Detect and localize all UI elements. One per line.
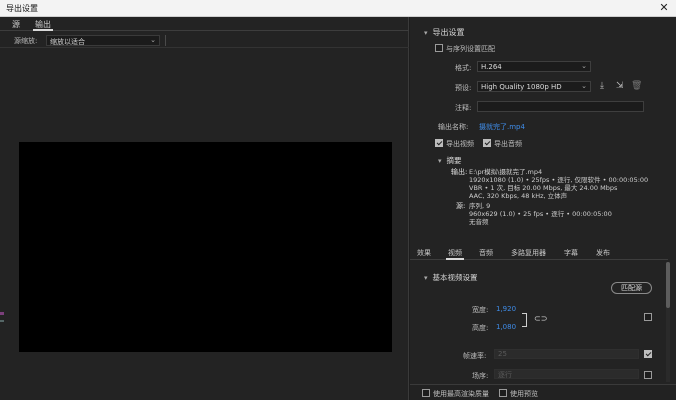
basic-video-header[interactable]: ▾ 基本视频设置: [424, 272, 478, 283]
comment-input[interactable]: [477, 101, 644, 112]
video-preview: [19, 142, 392, 352]
summary-output-lines: E:\pr模拟\摄就完了.mp4 1920x1080 (1.0) • 25fps…: [469, 168, 648, 200]
tab-multiplexer[interactable]: 多路复用器: [511, 248, 546, 258]
summary-source-lines: 序列, 9 960x629 (1.0) • 25 fps • 逐行 • 00:0…: [469, 202, 612, 226]
summary-output-key: 输出:: [451, 168, 468, 176]
summary-header[interactable]: ▾ 摘要: [438, 155, 462, 166]
frame-rate-override-checkbox[interactable]: [644, 350, 652, 358]
summary-source-key: 源:: [456, 202, 466, 210]
save-preset-icon[interactable]: ⤓: [600, 81, 604, 91]
use-previews-checkbox[interactable]: [499, 389, 507, 397]
frame-rate-value: 25: [498, 350, 507, 358]
width-value[interactable]: 1,920: [496, 305, 516, 313]
preset-value: High Quality 1080p HD: [481, 83, 562, 91]
match-sequence-checkbox[interactable]: [435, 44, 443, 52]
chevron-down-icon: ⌄: [581, 82, 587, 90]
active-tab-indicator: [33, 29, 53, 31]
field-order-value: 逐行: [498, 371, 512, 379]
max-render-quality-checkbox[interactable]: [422, 389, 430, 397]
title-bar: 导出设置 ✕: [0, 0, 676, 17]
export-settings-title: 导出设置: [432, 28, 465, 37]
active-tab-indicator: [446, 258, 464, 260]
output-name-link[interactable]: 摄就完了.mp4: [479, 122, 525, 132]
field-order-override-checkbox[interactable]: [644, 371, 652, 379]
summary-line: 1920x1080 (1.0) • 25fps • 逐行, 仅限软件 • 00:…: [469, 176, 649, 184]
preset-label: 预设:: [455, 84, 472, 92]
trash-icon[interactable]: 🗑: [631, 81, 642, 91]
max-render-quality-label: 使用最高渲染质量: [433, 390, 489, 398]
settings-tabs: 效果 视频 音频 多路复用器 字幕 发布: [410, 244, 668, 260]
chevron-down-icon: ⌄: [581, 62, 587, 70]
summary-line: E:\pr模拟\摄就完了.mp4: [469, 168, 543, 176]
match-sequence-label: 与序列设置匹配: [446, 45, 495, 53]
render-options-bar: 使用最高渲染质量 使用预览: [410, 384, 676, 400]
field-order-label: 场序:: [472, 372, 489, 380]
source-scaling-value: 缩放以适合: [50, 38, 85, 46]
field-order-field: 逐行: [494, 369, 639, 379]
format-label: 格式:: [455, 64, 472, 72]
height-label: 高度:: [472, 324, 489, 332]
chevron-down-icon: ⌄: [150, 36, 156, 44]
export-settings-header[interactable]: ▾ 导出设置: [424, 27, 465, 38]
source-output-tabs: 源 输出: [0, 17, 409, 31]
tab-audio[interactable]: 音频: [479, 248, 493, 258]
summary-line: VBR • 1 次, 目标 20.00 Mbps, 最大 24.00 Mbps: [469, 184, 618, 192]
source-scaling-label: 源缩放:: [14, 37, 38, 45]
left-preview-panel: 源 输出 源缩放: 缩放以适合 ⌄: [0, 17, 409, 400]
frame-rate-label: 帧速率:: [463, 352, 487, 360]
tab-captions[interactable]: 字幕: [564, 248, 578, 258]
comment-label: 注释:: [455, 104, 472, 112]
width-label: 宽度:: [472, 306, 489, 314]
height-value[interactable]: 1,080: [496, 323, 516, 331]
export-video-label: 导出视频: [446, 140, 474, 148]
chevron-down-icon: ▾: [438, 157, 442, 165]
source-scaling-dropdown[interactable]: 缩放以适合 ⌄: [46, 35, 160, 46]
summary-line: 960x629 (1.0) • 25 fps • 逐行 • 00:00:05:0…: [469, 210, 612, 218]
scrollbar-thumb[interactable]: [666, 262, 670, 308]
tab-source[interactable]: 源: [12, 19, 20, 30]
tab-video[interactable]: 视频: [448, 248, 462, 258]
export-video-checkbox[interactable]: [435, 139, 443, 147]
output-name-label: 输出名称:: [438, 123, 469, 131]
frame-rate-field: 25: [494, 349, 639, 359]
width-height-override-checkbox[interactable]: [644, 313, 652, 321]
summary-line: AAC, 320 Kbps, 48 kHz, 立体声: [469, 192, 568, 200]
chain-link-icon[interactable]: ⊂⊃: [534, 314, 547, 323]
edge-marker: [0, 312, 4, 315]
aspect-bracket: [522, 313, 527, 327]
divider: [165, 35, 166, 46]
format-value: H.264: [481, 63, 502, 71]
preset-dropdown[interactable]: High Quality 1080p HD ⌄: [477, 81, 591, 92]
use-previews-label: 使用预览: [510, 390, 538, 398]
close-icon[interactable]: ✕: [658, 1, 670, 14]
basic-video-title: 基本视频设置: [432, 273, 478, 282]
chevron-down-icon: ▾: [424, 274, 428, 282]
export-settings-panel: ▾ 导出设置 与序列设置匹配 格式: H.264 ⌄ 预设: High Quali…: [410, 17, 676, 400]
window-title: 导出设置: [6, 4, 38, 13]
summary-line: 序列, 9: [469, 202, 491, 210]
tab-publish[interactable]: 发布: [596, 248, 610, 258]
tab-effects[interactable]: 效果: [417, 248, 431, 258]
settings-scrollbar[interactable]: [666, 262, 670, 382]
source-scaling-row: 源缩放: 缩放以适合 ⌄: [0, 32, 409, 48]
match-source-button[interactable]: 匹配源: [611, 282, 652, 294]
import-preset-icon[interactable]: ⇲: [616, 81, 624, 91]
summary-title: 摘要: [446, 156, 462, 165]
chevron-down-icon: ▾: [424, 29, 428, 37]
export-audio-label: 导出音频: [494, 140, 522, 148]
format-dropdown[interactable]: H.264 ⌄: [477, 61, 591, 72]
export-audio-checkbox[interactable]: [483, 139, 491, 147]
summary-line: 无音频: [469, 218, 489, 226]
edge-marker: [0, 320, 4, 322]
